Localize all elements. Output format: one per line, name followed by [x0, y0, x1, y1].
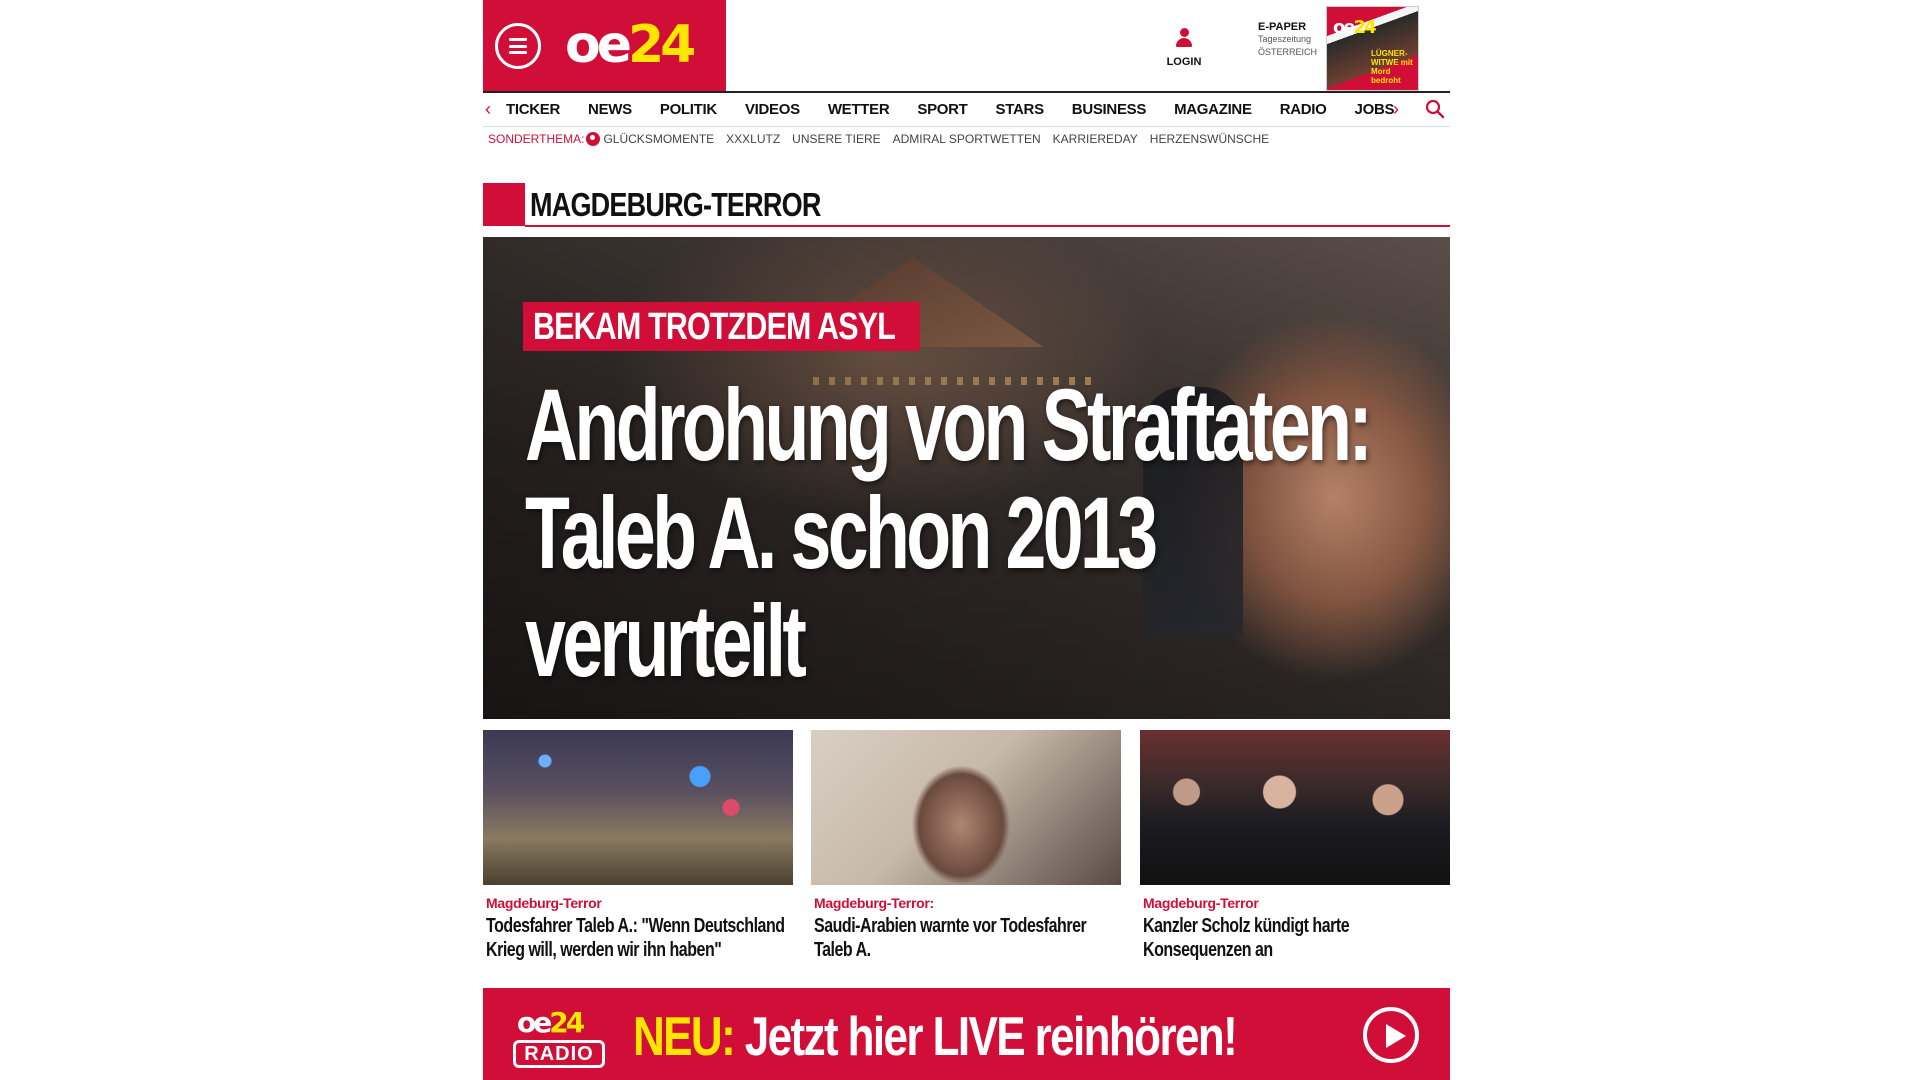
teaser-title[interactable]: Saudi-Arabien warnte vor Todesfahrer Tal…: [814, 914, 1118, 962]
nav-item-videos[interactable]: VIDEOS: [745, 101, 800, 118]
nav-item-politik[interactable]: POLITIK: [660, 101, 717, 118]
oe24-radio-logo: oe24 RADIO: [513, 1008, 605, 1070]
nav-item-business[interactable]: BUSINESS: [1072, 101, 1147, 118]
teaser-kicker: Magdeburg-Terror: [486, 895, 602, 911]
main-nav: ‹ TICKER NEWS POLITIK VIDEOS WETTER SPOR…: [483, 91, 1450, 127]
search-icon[interactable]: [1425, 99, 1445, 119]
hero-kicker: BEKAM TROTZDEM ASYL: [523, 302, 921, 351]
radio-logo-label: RADIO: [513, 1040, 605, 1068]
nav-item-radio[interactable]: RADIO: [1280, 101, 1327, 118]
epaper-cover-image[interactable]: oe24 LÜGNER-WITWE mit Mord bedroht: [1326, 6, 1419, 91]
radio-logo-text: oe24: [517, 1006, 585, 1039]
teaser-image[interactable]: [811, 730, 1121, 885]
logo-box: oe24: [483, 0, 726, 91]
nav-item-sport[interactable]: SPORT: [917, 101, 967, 118]
login-label: LOGIN: [1166, 56, 1202, 68]
cover-logo-oe: oe: [1333, 17, 1356, 38]
epaper-link[interactable]: E-PAPER Tageszeitung ÖSTERREICH: [1258, 21, 1328, 59]
epaper-subtitle: Tageszeitung: [1258, 34, 1312, 44]
teaser-title[interactable]: Todesfahrer Taleb A.: "Wenn Deutschland …: [486, 914, 790, 962]
radio-logo-24: 24: [549, 1006, 585, 1039]
epaper-subtitle-country: ÖSTERREICH: [1258, 47, 1318, 57]
logo-text-24: 24: [628, 15, 696, 75]
nav-item-jobs[interactable]: JOBS: [1355, 101, 1395, 118]
teaser-kicker: Magdeburg-Terror: [1143, 895, 1259, 911]
hero-headline-text: Androhung von Straftaten: Taleb A. schon…: [525, 368, 1373, 698]
nav-item-stars[interactable]: STARS: [996, 101, 1045, 118]
nav-next-arrow-icon[interactable]: ›: [1393, 99, 1399, 120]
teaser-card[interactable]: Magdeburg-Terror Kanzler Scholz kündigt …: [1140, 730, 1450, 962]
menu-bar-icon: [509, 38, 527, 41]
subnav-item-xxxlutz[interactable]: XXXLUTZ: [726, 132, 780, 146]
hero-article[interactable]: BEKAM TROTZDEM ASYL Androhung von Straft…: [483, 237, 1450, 719]
radio-live-banner[interactable]: oe24 RADIO NEU: Jetzt hier LIVE reinhöre…: [483, 988, 1450, 1080]
teaser-kicker: Magdeburg-Terror:: [814, 895, 934, 911]
login-button[interactable]: LOGIN: [1159, 28, 1209, 70]
subnav-item-admiral-sportwetten[interactable]: ADMIRAL SPORTWETTEN: [893, 132, 1041, 146]
user-icon: [1176, 28, 1192, 48]
hero-headline: Androhung von Straftaten: Taleb A. schon…: [525, 371, 1373, 695]
nav-items: TICKER NEWS POLITIK VIDEOS WETTER SPORT …: [506, 101, 1422, 118]
subnav-item-karriereday[interactable]: KARRIEREDAY: [1053, 132, 1138, 146]
cover-logo-24: 24: [1353, 17, 1377, 38]
lucky-moments-icon: [586, 132, 601, 146]
radio-cta-text: Jetzt hier LIVE reinhören!: [734, 1005, 1238, 1067]
subnav-item-unsere-tiere[interactable]: UNSERE TIERE: [792, 132, 880, 146]
radio-logo-oe: oe: [517, 1006, 552, 1039]
oe24-logo[interactable]: oe24: [565, 14, 696, 76]
nav-item-news[interactable]: NEWS: [588, 101, 632, 118]
site-header: oe24 LOGIN E-PAPER Tageszeitung ÖSTERREI…: [483, 0, 1450, 91]
menu-button[interactable]: [495, 23, 541, 69]
special-topics-bar: SONDERTHEMA: GLÜCKSMOMENTE XXXLUTZ UNSER…: [488, 131, 1281, 147]
subnav-item-herzenswuensche[interactable]: HERZENSWÜNSCHE: [1150, 132, 1269, 146]
menu-bar-icon: [509, 51, 527, 54]
special-topic-label: SONDERTHEMA:: [488, 132, 585, 146]
epaper-title: E-PAPER: [1258, 21, 1307, 33]
menu-bar-icon: [509, 44, 527, 48]
teaser-image[interactable]: [483, 730, 793, 885]
section-accent-bar: [483, 183, 525, 226]
teaser-card[interactable]: Magdeburg-Terror Todesfahrer Taleb A.: "…: [483, 730, 793, 962]
teaser-row: Magdeburg-Terror Todesfahrer Taleb A.: "…: [483, 730, 1450, 986]
section-title[interactable]: MAGDEBURG-TERROR: [530, 186, 821, 224]
logo-text-oe: oe: [565, 15, 632, 75]
nav-prev-arrow-icon[interactable]: ‹: [485, 99, 491, 120]
epaper-cover-logo: oe24: [1333, 17, 1377, 38]
section-heading: MAGDEBURG-TERROR: [483, 183, 1450, 228]
teaser-title[interactable]: Kanzler Scholz kündigt harte Konsequenze…: [1143, 914, 1447, 962]
epaper-cover-headline: LÜGNER-WITWE mit Mord bedroht: [1371, 49, 1413, 85]
hero-kicker-text: BEKAM TROTZDEM ASYL: [533, 306, 896, 348]
section-divider: [525, 225, 1450, 227]
radio-new-label: NEU:: [633, 1005, 736, 1067]
page: oe24 LOGIN E-PAPER Tageszeitung ÖSTERREI…: [483, 0, 1450, 1080]
teaser-image[interactable]: [1140, 730, 1450, 885]
nav-item-magazine[interactable]: MAGAZINE: [1174, 101, 1252, 118]
nav-item-ticker[interactable]: TICKER: [506, 101, 560, 118]
play-icon[interactable]: [1363, 1007, 1419, 1063]
subnav-item-gluecksmomente[interactable]: GLÜCKSMOMENTE: [603, 132, 714, 146]
nav-item-wetter[interactable]: WETTER: [828, 101, 890, 118]
radio-banner-text: NEU: Jetzt hier LIVE reinhören!: [633, 1005, 1238, 1067]
teaser-card[interactable]: Magdeburg-Terror: Saudi-Arabien warnte v…: [811, 730, 1121, 962]
